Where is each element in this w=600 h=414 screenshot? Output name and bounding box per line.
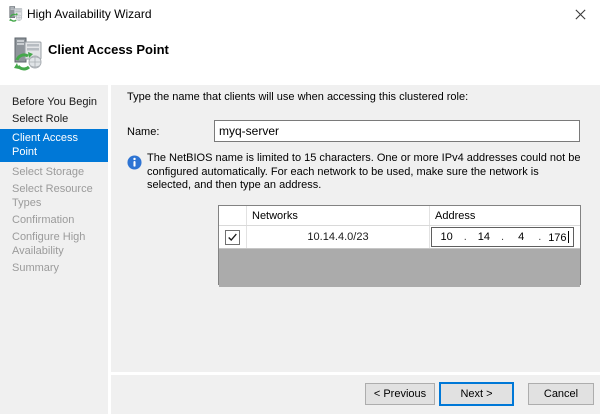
- sidebar-item-select-role[interactable]: Select Role: [0, 112, 108, 126]
- next-button[interactable]: Next >: [439, 382, 514, 406]
- networks-table: Networks Address 10.14.4.0/23 10 . 14 . …: [218, 205, 581, 285]
- title-bar: High Availability Wizard: [0, 0, 600, 28]
- high-availability-wizard-window: High Availability Wizard: [0, 0, 600, 414]
- column-header-checkbox: [219, 206, 247, 225]
- cancel-button[interactable]: Cancel: [528, 383, 594, 405]
- ip-dot-separator: .: [461, 231, 469, 243]
- sidebar-item-confirmation[interactable]: Confirmation: [0, 213, 108, 227]
- sidebar-item-configure-high-availability[interactable]: Configure High Availability: [0, 230, 108, 258]
- sidebar-item-select-resource-types[interactable]: Select Resource Types: [0, 182, 108, 210]
- footer-divider: [111, 372, 600, 375]
- name-label: Name:: [127, 126, 159, 138]
- wizard-app-icon: [8, 6, 23, 22]
- ip-dot-separator: .: [536, 231, 544, 243]
- table-row: 10.14.4.0/23 10 . 14 . 4 . 176: [219, 226, 580, 249]
- ip-octet-1[interactable]: 10: [432, 231, 461, 243]
- page-header: Client Access Point: [0, 28, 600, 85]
- info-icon: [127, 155, 142, 170]
- sidebar-divider: [108, 85, 111, 414]
- close-button[interactable]: [570, 4, 590, 24]
- address-ip-input[interactable]: 10 . 14 . 4 . 176: [431, 227, 574, 247]
- window-title: High Availability Wizard: [27, 7, 152, 21]
- network-cell[interactable]: 10.14.4.0/23: [247, 226, 430, 248]
- info-message: The NetBIOS name is limited to 15 charac…: [147, 152, 581, 193]
- wizard-steps-sidebar: Before You Begin Select Role Client Acce…: [0, 85, 108, 278]
- name-input[interactable]: [214, 120, 580, 142]
- sidebar-item-summary[interactable]: Summary: [0, 261, 108, 275]
- previous-button[interactable]: < Previous: [365, 383, 435, 405]
- column-header-address: Address: [430, 206, 580, 225]
- page-title: Client Access Point: [48, 42, 169, 57]
- text-cursor: [568, 231, 569, 243]
- ip-octet-4[interactable]: 176: [544, 231, 573, 244]
- sidebar-item-client-access-point[interactable]: Client Access Point: [0, 129, 108, 162]
- sidebar-item-before-you-begin[interactable]: Before You Begin: [0, 95, 108, 109]
- table-header-row: Networks Address: [219, 206, 580, 226]
- sidebar-item-select-storage[interactable]: Select Storage: [0, 165, 108, 179]
- ip-dot-separator: .: [499, 231, 507, 243]
- instruction-text: Type the name that clients will use when…: [127, 91, 587, 103]
- close-icon: [574, 8, 587, 21]
- checkmark-icon: [227, 232, 238, 243]
- table-empty-area: [219, 249, 580, 287]
- ip-octet-2[interactable]: 14: [469, 231, 498, 243]
- ip-octet-3[interactable]: 4: [507, 231, 536, 243]
- network-checkbox[interactable]: [225, 230, 240, 245]
- column-header-networks: Networks: [247, 206, 430, 225]
- client-access-point-icon: [12, 37, 43, 71]
